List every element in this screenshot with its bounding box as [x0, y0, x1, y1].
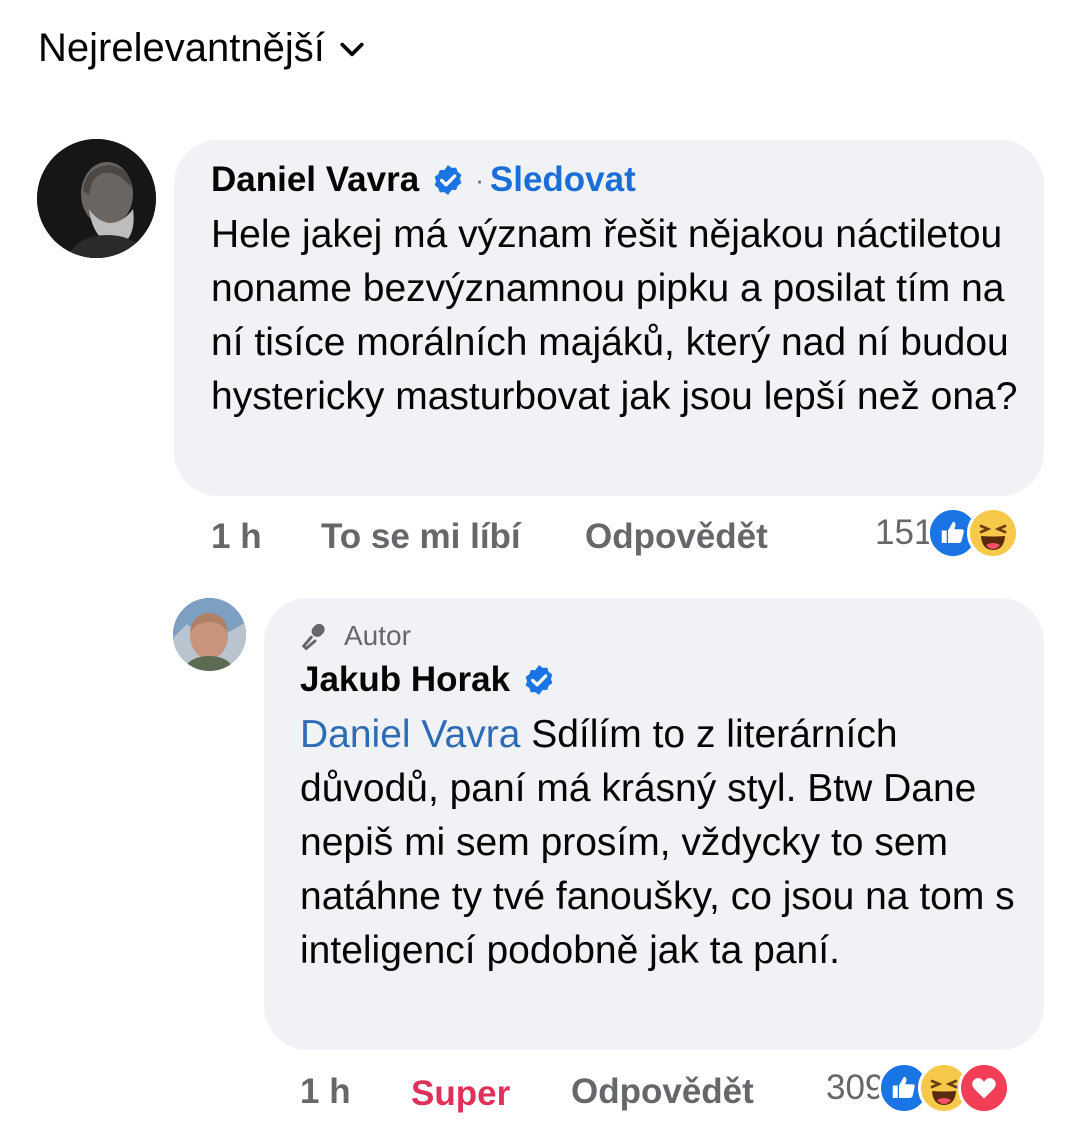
- comment-header: Daniel Vavra · Sledovat: [211, 160, 636, 200]
- sort-label: Nejrelevantnější: [38, 26, 325, 70]
- haha-icon: [967, 507, 1020, 559]
- avatar[interactable]: [37, 139, 156, 258]
- avatar[interactable]: [173, 598, 246, 671]
- author-name[interactable]: Jakub Horak: [300, 660, 510, 700]
- follow-button[interactable]: Sledovat: [490, 160, 636, 200]
- author-badge-label: Autor: [344, 620, 411, 651]
- reactions-summary[interactable]: 151: [875, 507, 1020, 559]
- comment-text: Hele jakej má význam řešit nějakou nácti…: [211, 213, 1018, 418]
- verified-badge-icon: [434, 165, 462, 195]
- mention-link[interactable]: Daniel Vavra: [300, 713, 520, 756]
- reply-button[interactable]: Odpovědět: [585, 517, 768, 557]
- author-badge: Autor: [300, 620, 411, 652]
- reaction-button[interactable]: Super: [411, 1074, 510, 1114]
- like-button[interactable]: To se mi líbí: [321, 517, 521, 557]
- separator-dot: ·: [475, 164, 484, 195]
- chevron-down-icon: [340, 42, 364, 56]
- sort-dropdown[interactable]: Nejrelevantnější: [38, 26, 365, 71]
- author-name[interactable]: Daniel Vavra: [211, 160, 419, 200]
- comment-time[interactable]: 1 h: [300, 1072, 351, 1112]
- reply-button[interactable]: Odpovědět: [571, 1072, 754, 1112]
- love-icon: [958, 1062, 1011, 1114]
- reaction-count: 309: [826, 1068, 885, 1107]
- reaction-count: 151: [875, 513, 934, 552]
- reactions-summary[interactable]: 309: [826, 1062, 1011, 1114]
- comment-text: Daniel Vavra Sdílím to z literárních dův…: [300, 708, 1020, 978]
- comment-header: Jakub Horak: [300, 660, 556, 700]
- microphone-icon: [301, 623, 325, 651]
- comment-time[interactable]: 1 h: [211, 517, 262, 557]
- verified-badge-icon: [525, 665, 553, 695]
